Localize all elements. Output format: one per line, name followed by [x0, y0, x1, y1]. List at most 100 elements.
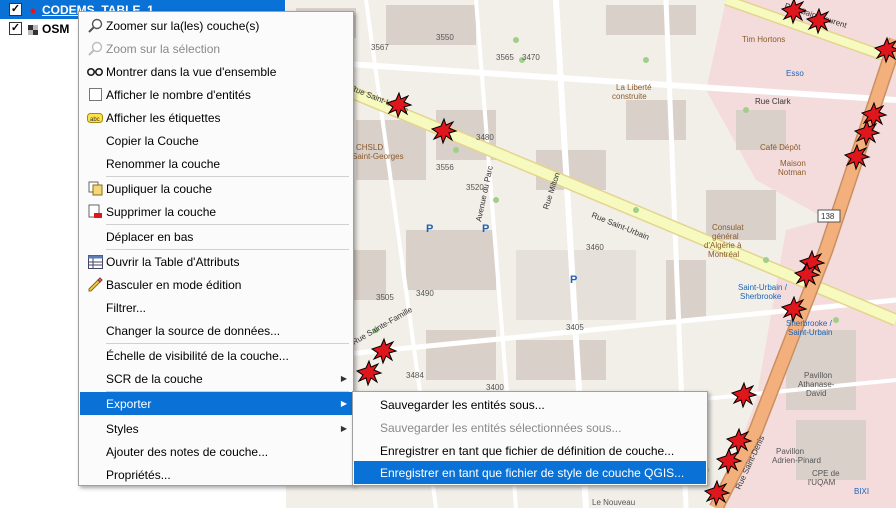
- svg-text:3567: 3567: [371, 43, 389, 52]
- menu-item-show-labels[interactable]: abc Afficher les étiquettes: [80, 106, 352, 129]
- menu-item-label: Ouvrir la Table d'Attributs: [106, 254, 240, 269]
- svg-text:Rue Sainte-Famille: Rue Sainte-Famille: [351, 305, 415, 347]
- menu-item-open-attribute-table[interactable]: Ouvrir la Table d'Attributs: [80, 250, 352, 273]
- layer-name: OSM: [42, 21, 70, 36]
- svg-text:Consulat: Consulat: [712, 223, 744, 232]
- menu-item-move-to-bottom[interactable]: Déplacer en bas: [80, 225, 352, 248]
- menu-item-filter[interactable]: Filtrer...: [80, 296, 352, 319]
- menu-item-layer-crs[interactable]: SCR de la couche ▶: [80, 367, 352, 390]
- menu-item-label: Montrer dans la vue d'ensemble: [106, 64, 277, 79]
- menu-item-label: Enregistrer en tant que fichier de style…: [380, 465, 685, 480]
- svg-text:Esso: Esso: [786, 69, 804, 78]
- export-submenu: Sauvegarder les entités sous... Sauvegar…: [352, 391, 708, 486]
- menu-item-label: Renommer la couche: [106, 156, 221, 171]
- menu-item-show-feature-count[interactable]: Afficher le nombre d'entités: [80, 83, 352, 106]
- menu-item-properties[interactable]: Propriétés...: [80, 463, 352, 486]
- svg-text:Maison: Maison: [780, 159, 806, 168]
- svg-text:Saint-Georges: Saint-Georges: [352, 152, 404, 161]
- raster-layer-icon: [28, 24, 38, 35]
- overview-icon: [87, 64, 103, 80]
- svg-text:David: David: [806, 389, 826, 398]
- pencil-icon: [87, 277, 103, 293]
- submenu-item-save-qgis-style[interactable]: Enregistrer en tant que fichier de style…: [354, 461, 706, 484]
- menu-item-label: Supprimer la couche: [106, 204, 217, 219]
- layer-visibility-checkbox[interactable]: ✓: [9, 3, 22, 16]
- menu-item-rename-layer[interactable]: Renommer la couche: [80, 152, 352, 175]
- svg-text:3490: 3490: [416, 289, 434, 298]
- svg-text:Le Nouveau: Le Nouveau: [592, 498, 635, 507]
- svg-text:3565: 3565: [496, 53, 514, 62]
- submenu-item-save-features-as[interactable]: Sauvegarder les entités sous...: [354, 393, 706, 416]
- svg-text:P: P: [482, 223, 489, 235]
- layer-row-osm[interactable]: ✓ OSM: [0, 19, 69, 38]
- menu-item-label: Échelle de visibilité de la couche...: [106, 348, 289, 363]
- submenu-arrow-icon: ▶: [340, 399, 347, 408]
- svg-text:Pavillon: Pavillon: [804, 371, 832, 380]
- point-layer-icon: [28, 5, 38, 15]
- menu-item-label: Ajouter des notes de couche...: [106, 444, 269, 459]
- svg-text:Rue Clark: Rue Clark: [755, 97, 792, 106]
- svg-text:La Liberté: La Liberté: [616, 83, 652, 92]
- menu-item-label: Zoomer sur la(les) couche(s): [106, 18, 260, 33]
- svg-text:138: 138: [821, 212, 835, 221]
- svg-text:général: général: [712, 232, 739, 241]
- menu-item-label: Sauvegarder les entités sous...: [380, 397, 545, 412]
- duplicate-layer-icon: [87, 181, 103, 197]
- menu-item-duplicate-layer[interactable]: Dupliquer la couche: [80, 177, 352, 200]
- svg-text:construite: construite: [612, 92, 647, 101]
- menu-item-label: Exporter: [106, 396, 152, 411]
- svg-text:3550: 3550: [436, 33, 454, 42]
- svg-text:P: P: [426, 223, 433, 235]
- svg-text:3484: 3484: [406, 371, 424, 380]
- menu-item-label: Filtrer...: [106, 300, 147, 315]
- svg-text:3505: 3505: [376, 293, 394, 302]
- menu-item-styles[interactable]: Styles ▶: [80, 417, 352, 440]
- svg-text:Café Dépôt: Café Dépôt: [760, 143, 801, 152]
- menu-item-remove-layer[interactable]: Supprimer la couche: [80, 200, 352, 223]
- svg-text:3460: 3460: [586, 243, 604, 252]
- layer-visibility-checkbox[interactable]: ✓: [9, 22, 22, 35]
- checkbox-icon[interactable]: [87, 87, 103, 103]
- svg-text:Notman: Notman: [778, 168, 806, 177]
- svg-text:P: P: [570, 274, 577, 286]
- menu-item-export[interactable]: Exporter ▶: [80, 392, 352, 415]
- svg-text:3405: 3405: [566, 323, 584, 332]
- svg-text:Saint-Urbain: Saint-Urbain: [788, 328, 832, 337]
- svg-text:Athanase-: Athanase-: [798, 380, 835, 389]
- menu-item-add-layer-notes[interactable]: Ajouter des notes de couche...: [80, 440, 352, 463]
- menu-item-toggle-editing[interactable]: Basculer en mode édition: [80, 273, 352, 296]
- menu-item-label: Zoom sur la sélection: [106, 41, 221, 56]
- svg-text:Saint-Urbain /: Saint-Urbain /: [738, 283, 788, 292]
- svg-text:Sherbrooke: Sherbrooke: [740, 292, 782, 301]
- svg-text:Montréal: Montréal: [708, 250, 739, 259]
- svg-text:Adrien-Pinard: Adrien-Pinard: [772, 456, 821, 465]
- menu-item-copy-layer[interactable]: Copier la Couche: [80, 129, 352, 152]
- submenu-arrow-icon: ▶: [340, 374, 347, 383]
- menu-item-show-in-overview[interactable]: Montrer dans la vue d'ensemble: [80, 60, 352, 83]
- svg-text:Pavillon: Pavillon: [776, 447, 804, 456]
- layer-context-menu: Zoomer sur la(les) couche(s) Zoom sur la…: [78, 11, 354, 486]
- svg-text:abc: abc: [90, 117, 100, 123]
- zoom-layer-icon: [87, 18, 103, 34]
- menu-item-change-data-source[interactable]: Changer la source de données...: [80, 319, 352, 342]
- svg-text:l'UQAM: l'UQAM: [808, 478, 836, 487]
- menu-item-label: Afficher les étiquettes: [106, 110, 221, 125]
- svg-text:3480: 3480: [476, 133, 494, 142]
- menu-item-label: Styles: [106, 421, 139, 436]
- submenu-item-save-selected-features-as[interactable]: Sauvegarder les entités sélectionnées so…: [354, 416, 706, 439]
- menu-item-label: Sauvegarder les entités sélectionnées so…: [380, 420, 622, 435]
- menu-item-label: Basculer en mode édition: [106, 277, 242, 292]
- svg-text:CPE de: CPE de: [812, 469, 840, 478]
- menu-item-label: SCR de la couche: [106, 371, 203, 386]
- menu-item-label: Copier la Couche: [106, 133, 199, 148]
- remove-layer-icon: [87, 204, 103, 220]
- submenu-item-save-layer-definition[interactable]: Enregistrer en tant que fichier de défin…: [354, 439, 706, 462]
- menu-item-zoom-to-selection[interactable]: Zoom sur la sélection: [80, 37, 352, 60]
- menu-item-zoom-to-layer[interactable]: Zoomer sur la(les) couche(s): [80, 14, 352, 37]
- menu-item-label: Afficher le nombre d'entités: [106, 87, 251, 102]
- menu-item-scale-visibility[interactable]: Échelle de visibilité de la couche...: [80, 344, 352, 367]
- svg-text:CHSLD: CHSLD: [356, 143, 383, 152]
- svg-text:3520: 3520: [466, 183, 484, 192]
- labels-icon: abc: [87, 110, 103, 126]
- svg-text:d'Algérie à: d'Algérie à: [704, 241, 742, 250]
